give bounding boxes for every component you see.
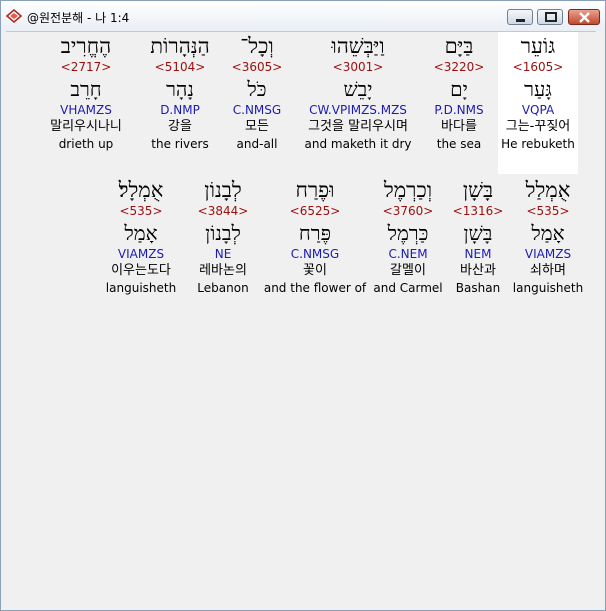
lemma: אָמַל [124,221,158,245]
strong-number[interactable]: <535> [101,204,181,218]
window-title: @원전분해 - 나 1:4 [27,11,130,25]
korean-gloss: 꽃이 [303,263,327,278]
title-bar[interactable]: @원전분해 - 나 1:4 [1,1,605,31]
strong-number[interactable]: <5104> [140,60,220,74]
hebrew-word: וַיַּבְּשֵׁהוּ [331,34,385,58]
korean-gloss: 이우는도다 [111,263,171,278]
minimize-icon [516,19,525,22]
bible-app-icon[interactable] [5,8,23,24]
word-block-umlal[interactable]: אֻמְלַל <535> אָמַל VIAMZS 쇠하며 languishe… [508,176,588,295]
strong-number[interactable]: <1605> [498,60,578,74]
english-gloss: languisheth [105,281,177,295]
english-gloss: and maketh it dry [304,137,412,151]
word-block-bayam[interactable]: בַּיָּם <3220> יָם P.D.NMS 바다를 the sea [419,32,499,151]
morphology-code[interactable]: NE [183,248,263,261]
morphology-code[interactable]: VQPA [498,104,578,117]
lemma: גָּעַר [524,77,552,101]
english-gloss: and Carmel [373,281,443,295]
lemma: נָהָר [166,77,194,101]
english-gloss: Bashan [455,281,501,295]
strong-number[interactable]: <3605> [217,60,297,74]
english-gloss: and the flower of [263,281,367,295]
korean-gloss: 강을 [168,119,192,134]
minimize-button[interactable] [507,9,533,25]
hebrew-word: וְכַרְמֶל [383,178,433,202]
lemma: פֶּרַח [298,221,332,245]
hebrew-word: וּפֶרַח [295,178,335,202]
english-gloss: Lebanon [197,281,249,295]
korean-gloss: 모든 [245,119,269,134]
morphology-code[interactable]: NEM [437,248,519,261]
hebrew-word: בַּיָּם [444,34,474,58]
lemma: חָרֵב [70,77,102,101]
english-gloss: and-all [236,137,278,151]
korean-gloss: 말리우시나니 [50,119,122,134]
word-block-levanon[interactable]: לְבָנוֹן <3844> לְבָנוֹן NE 레바논의 Lebanon [183,176,263,295]
lemma: אָמַל [531,221,565,245]
morphology-code[interactable]: VHAMZS [46,104,126,117]
korean-gloss: 바다를 [441,119,477,134]
hebrew-word: גּוֹעֵר [520,34,556,58]
lemma: לְבָנוֹן [205,221,241,245]
korean-gloss: 바산과 [460,263,496,278]
word-block-bashan[interactable]: בָּשָׁן <1316> בָּשָׁן NEM 바산과 Bashan [437,176,519,295]
morphology-code[interactable]: C.NEM [368,248,448,261]
lemma: בָּשָׁן [463,221,493,245]
morphology-code[interactable]: CW.VPIMZS.MZS [298,104,418,117]
english-gloss: He rebuketh [501,137,575,151]
strong-number[interactable]: <6525> [260,204,370,218]
hebrew-word: אֻמְלָל׃ [118,178,164,202]
hebrew-word: בָּשָׁן [462,178,494,202]
strong-number[interactable]: <2717> [46,60,126,74]
word-block-ro-er[interactable]: גּוֹעֵר <1605> גָּעַר VQPA 그는-꾸짖어 He reb… [498,32,578,174]
lemma: כֹּל [247,77,267,101]
strong-number[interactable]: <3844> [183,204,263,218]
hebrew-word: הֶחֱרִיב [60,34,112,58]
strong-number[interactable]: <3760> [368,204,448,218]
morphology-code[interactable]: C.NMSG [260,248,370,261]
english-gloss: the sea [436,137,482,151]
strong-number[interactable]: <535> [508,204,588,218]
analysis-pane[interactable]: גּוֹעֵר <1605> גָּעַר VQPA 그는-꾸짖어 He reb… [6,31,596,607]
lemma: יָבֵשׁ [343,77,373,101]
english-gloss: languisheth [512,281,584,295]
maximize-icon [545,12,557,22]
word-block-vecarmel[interactable]: וְכַרְמֶל <3760> כַּרְמֶל C.NEM 갈멜이 and … [368,176,448,295]
word-block-uferach[interactable]: וּפֶרַח <6525> פֶּרַח C.NMSG 꽃이 and the … [260,176,370,295]
morphology-code[interactable]: P.D.NMS [419,104,499,117]
lemma: יָם [450,77,468,101]
hebrew-word: אֻמְלַל [525,178,571,202]
korean-gloss: 쇠하며 [530,263,566,278]
lemma: כַּרְמֶל [387,221,429,245]
korean-gloss: 그것을 말리우시며 [308,119,408,134]
morphology-code[interactable]: C.NMSG [217,104,297,117]
word-block-hanneharot[interactable]: הַנְּהָרוֹת <5104> נָהָר D.NMP 강을 the ri… [140,32,220,151]
app-window: @원전분해 - 나 1:4 גּוֹעֵר <1605> גָּעַר VQPA… [0,0,606,611]
korean-gloss: 그는-꾸짖어 [505,119,571,134]
morphology-code[interactable]: VIAMZS [508,248,588,261]
maximize-button[interactable] [537,9,563,25]
word-block-vayabshehu[interactable]: וַיַּבְּשֵׁהוּ <3001> יָבֵשׁ CW.VPIMZS.M… [298,32,418,151]
english-gloss: the rivers [151,137,209,151]
word-block-vekol[interactable]: וְכָל־ <3605> כֹּל C.NMSG 모든 and-all [217,32,297,151]
close-button[interactable] [568,9,600,25]
hebrew-word: וְכָל־ [240,34,274,58]
strong-number[interactable]: <3001> [298,60,418,74]
hebrew-word: לְבָנוֹן [204,178,242,202]
word-block-umlal-final[interactable]: אֻמְלָל׃ <535> אָמַל VIAMZS 이우는도다 langui… [101,176,181,295]
hebrew-word: הַנְּהָרוֹת [150,34,210,58]
close-icon [579,12,590,23]
strong-number[interactable]: <1316> [437,204,519,218]
korean-gloss: 레바논의 [199,263,247,278]
korean-gloss: 갈멜이 [390,263,426,278]
morphology-code[interactable]: D.NMP [140,104,220,117]
english-gloss: drieth up [58,137,114,151]
word-block-hecheriv[interactable]: הֶחֱרִיב <2717> חָרֵב VHAMZS 말리우시나니 drie… [46,32,126,151]
morphology-code[interactable]: VIAMZS [101,248,181,261]
strong-number[interactable]: <3220> [419,60,499,74]
